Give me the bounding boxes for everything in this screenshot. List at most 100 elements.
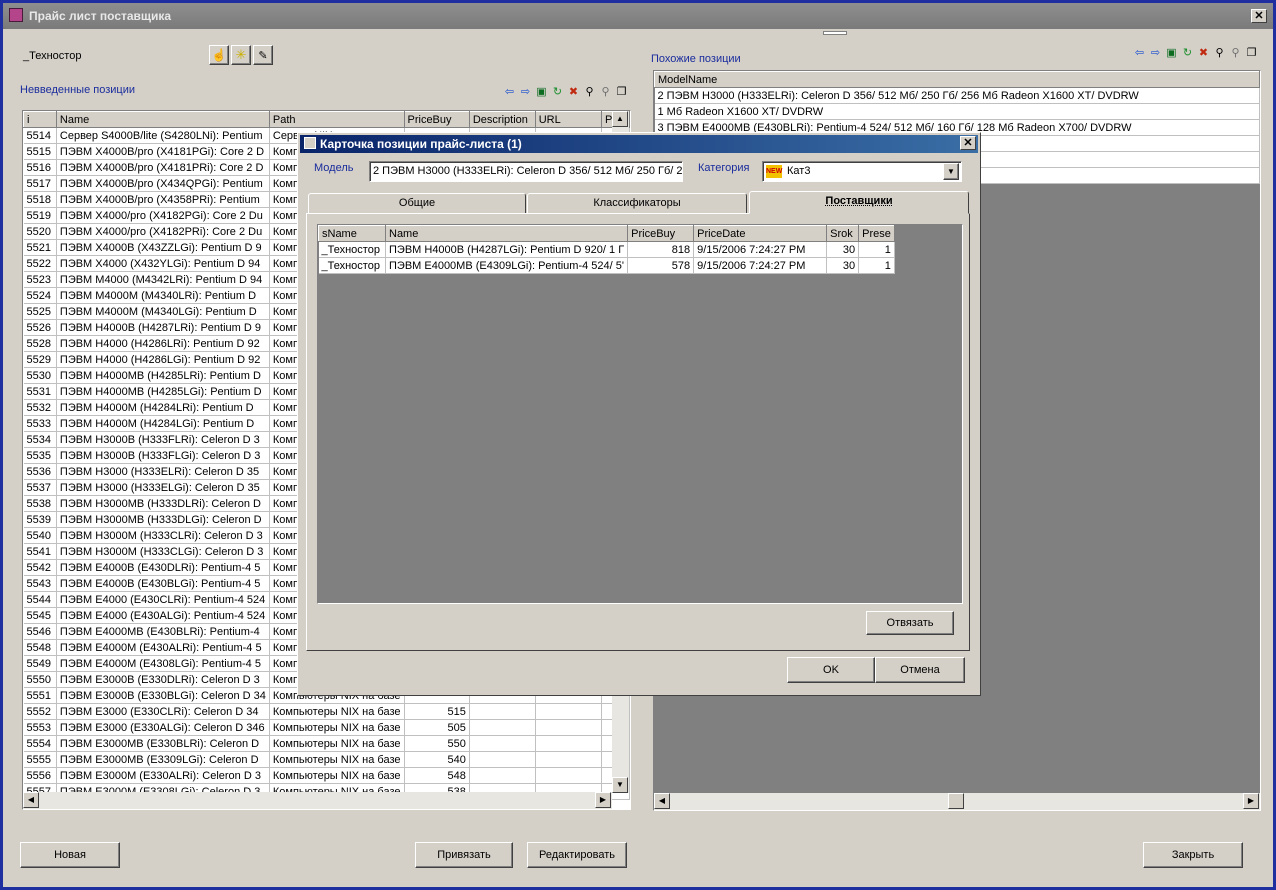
delete-icon[interactable]: ✖ <box>566 85 581 99</box>
scroll-thumb[interactable] <box>948 793 964 809</box>
table-cell: ПЭВМ E4000 (E430ALGi): Pentium-4 524 <box>56 607 270 624</box>
table-cell <box>535 735 603 752</box>
arrow-left-icon[interactable]: ⇦ <box>502 85 517 99</box>
table-cell: Компьютеры NIX на базе <box>269 767 405 784</box>
dialog-close-button[interactable]: ✕ <box>960 136 976 150</box>
dialog-title-bar[interactable]: Карточка позиции прайс-листа (1) ✕ <box>300 135 978 153</box>
table-cell: ПЭВМ H3000B (H333FLRi): Celeron D 3 <box>56 431 270 448</box>
scroll-right-arrow[interactable]: ▶ <box>1243 793 1259 809</box>
find-icon[interactable]: ⚲ <box>1212 46 1227 60</box>
find-next-icon[interactable]: ⚲ <box>598 85 613 99</box>
unlink-button[interactable]: Отвязать <box>866 611 954 635</box>
star-icon: ✳ <box>235 47 247 62</box>
list-item[interactable]: 2 ПЭВМ H3000 (H333ELRi): Celeron D 356/ … <box>654 87 1260 104</box>
table-cell: 5529 <box>23 351 57 368</box>
table-cell: ПЭВМ H3000B (H333FLGi): Celeron D 3 <box>56 447 270 464</box>
column-header[interactable]: Path <box>268 111 405 128</box>
cancel-button[interactable]: Отмена <box>875 657 965 683</box>
column-header[interactable]: PriceBuy <box>627 225 695 242</box>
scroll-right-arrow[interactable]: ▶ <box>595 792 611 808</box>
table-cell: 5554 <box>23 735 57 752</box>
link-button[interactable]: Привязать <box>415 842 513 868</box>
price-item-dialog: Карточка позиции прайс-листа (1) ✕ Модел… <box>297 132 981 696</box>
table-cell: Компьютеры NIX на базе <box>269 735 405 752</box>
table-cell: ПЭВМ X4000B/pro (X434QPGi): Pentium <box>56 175 270 192</box>
table-cell: 550 <box>404 735 470 752</box>
right-hscrollbar[interactable]: ◀ ▶ <box>654 793 1260 810</box>
new-supplier-button[interactable]: ✳ <box>231 45 251 65</box>
scroll-up-arrow[interactable]: ▲ <box>612 111 628 127</box>
table-cell: ПЭВМ H4000B (H4287LRi): Pentium D 9 <box>56 319 270 336</box>
table-cell: 30 <box>826 257 860 274</box>
category-value: Кат3 <box>787 165 811 177</box>
splitter-handle[interactable] <box>823 31 847 35</box>
similar-items-label: Похожие позиции <box>651 53 741 65</box>
column-header[interactable]: Prese <box>858 225 895 242</box>
table-row[interactable]: 5555 ПЭВМ E3000MB (E3309LGi): Celeron D Ко… <box>23 751 630 768</box>
suppliers-grid[interactable]: sName Name PriceBuy PriceDate Srok Prese _Тех… <box>317 224 963 604</box>
table-cell: ПЭВМ E3000 (E330ALGi): Celeron D 346 <box>56 719 270 736</box>
close-button[interactable]: Закрыть <box>1143 842 1243 868</box>
supplier-field[interactable]: _Техностор <box>21 47 207 65</box>
table-cell: ПЭВМ X4000B/pro (X4181PRi): Core 2 D <box>56 159 270 176</box>
refresh-icon[interactable]: ↻ <box>1180 46 1195 60</box>
delete-icon[interactable]: ✖ <box>1196 46 1211 60</box>
tab-general[interactable]: Общие <box>308 193 526 214</box>
column-header[interactable]: Name <box>384 225 629 242</box>
table-row[interactable]: _Техностор ПЭВМ H4000B (H4287LGi): Pentiu… <box>318 241 895 258</box>
table-row[interactable]: 5553 ПЭВМ E3000 (E330ALGi): Celeron D 346… <box>23 719 630 736</box>
table-cell: ПЭВМ E3000B (E330BLGi): Celeron D 34 <box>56 687 270 704</box>
arrow-right-icon[interactable]: ⇨ <box>518 85 533 99</box>
copy-icon[interactable]: ❐ <box>614 85 629 99</box>
list-item[interactable]: 1 Мб Radeon X1600 XT/ DVDRW <box>654 103 1260 120</box>
left-hscrollbar[interactable]: ◀ ▶ <box>23 792 612 809</box>
arrow-left-icon[interactable]: ⇦ <box>1132 46 1147 60</box>
scroll-left-arrow[interactable]: ◀ <box>654 793 670 809</box>
tab-classifiers[interactable]: Классификаторы <box>527 193 747 214</box>
table-cell: 5537 <box>23 479 57 496</box>
save-icon[interactable]: ▣ <box>1164 46 1179 60</box>
table-cell: 5539 <box>23 511 57 528</box>
find-next-icon[interactable]: ⚲ <box>1228 46 1243 60</box>
table-cell: 5542 <box>23 559 57 576</box>
close-window-button[interactable]: ✕ <box>1251 9 1267 23</box>
table-row[interactable]: 5552 ПЭВМ E3000 (E330CLRi): Celeron D 34 К… <box>23 703 630 720</box>
find-icon[interactable]: ⚲ <box>582 85 597 99</box>
table-cell: ПЭВМ E3000MB (E330BLRi): Celeron D <box>56 735 270 752</box>
tab-suppliers[interactable]: Поставщики <box>749 191 969 214</box>
model-field[interactable]: 2 ПЭВМ H3000 (H333ELRi): Celeron D 356/ … <box>369 161 683 182</box>
refresh-icon[interactable]: ↻ <box>550 85 565 99</box>
column-header[interactable]: Name <box>55 111 270 128</box>
column-header[interactable]: sName <box>318 225 386 242</box>
scroll-left-arrow[interactable]: ◀ <box>23 792 39 808</box>
column-header[interactable]: URL <box>534 111 603 128</box>
column-header[interactable]: PriceDate <box>693 225 828 242</box>
table-cell: ПЭВМ X4000/pro (X4182PGi): Core 2 Du <box>56 207 270 224</box>
column-header[interactable]: i <box>23 111 57 128</box>
table-row[interactable]: 5556 ПЭВМ E3000M (E330ALRi): Celeron D 3К… <box>23 767 630 784</box>
pick-supplier-button[interactable]: ☝ <box>209 45 229 65</box>
category-label: Категория <box>698 162 750 174</box>
copy-icon[interactable]: ❐ <box>1244 46 1259 60</box>
column-header[interactable]: Description <box>468 111 536 128</box>
arrow-right-icon[interactable]: ⇨ <box>1148 46 1163 60</box>
title-bar[interactable]: Прайс лист поставщика ✕ <box>3 3 1273 29</box>
col-modelname[interactable]: ModelName <box>654 71 1260 88</box>
new-button[interactable]: Новая <box>20 842 120 868</box>
column-header[interactable]: PriceBuy <box>403 111 470 128</box>
edit-supplier-button[interactable]: ✎ <box>253 45 273 65</box>
table-cell: 5556 <box>23 767 57 784</box>
table-cell <box>469 719 536 736</box>
table-cell: 9/15/2006 7:24:27 PM <box>693 257 828 274</box>
save-icon[interactable]: ▣ <box>534 85 549 99</box>
edit-button[interactable]: Редактировать <box>527 842 627 868</box>
table-row[interactable]: _Техностор ПЭВМ E4000MB (E4309LGi): Penti… <box>318 257 895 274</box>
table-row[interactable]: 5554 ПЭВМ E3000MB (E330BLRi): Celeron D Ко… <box>23 735 630 752</box>
category-select[interactable]: NEW Кат3 ▼ <box>762 161 962 182</box>
column-header[interactable]: Srok <box>826 225 860 242</box>
table-cell: ПЭВМ E3000 (E330CLRi): Celeron D 34 <box>56 703 270 720</box>
scroll-down-arrow[interactable]: ▼ <box>612 777 628 793</box>
chevron-down-icon[interactable]: ▼ <box>943 163 959 180</box>
ok-button[interactable]: OK <box>787 657 875 683</box>
table-cell <box>535 767 603 784</box>
